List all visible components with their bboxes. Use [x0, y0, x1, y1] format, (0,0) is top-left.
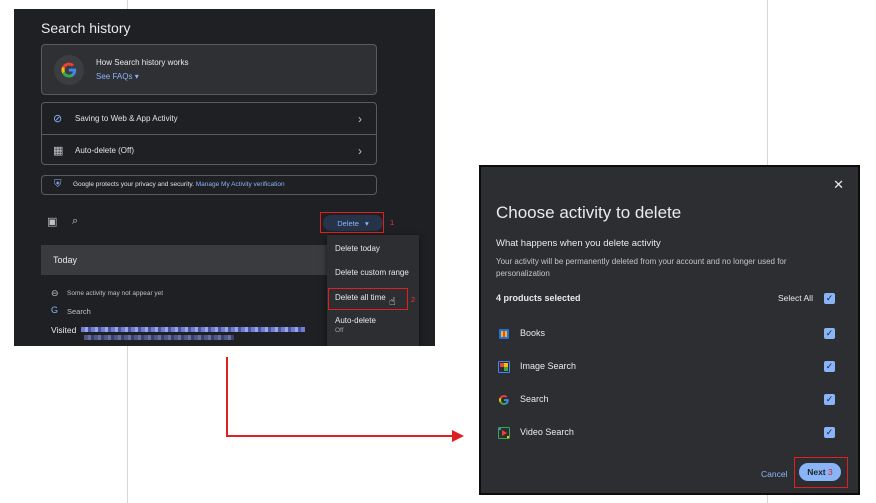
settings-row-label: Saving to Web & App Activity: [75, 114, 178, 123]
step-number-1: 1: [390, 218, 395, 227]
search-icon[interactable]: ⌕: [72, 215, 78, 228]
chevron-right-icon: ›: [358, 143, 362, 158]
caret-down-icon: ▾: [134, 72, 139, 81]
dialog-title: Choose activity to delete: [496, 203, 682, 222]
arrow-connector: [226, 435, 454, 437]
product-label: Search: [520, 394, 549, 404]
highlight-box-delete: [320, 212, 384, 233]
step-number-2: 2: [411, 295, 416, 304]
today-header: Today: [41, 245, 329, 275]
blurred-url: [81, 327, 305, 332]
page-title: Search history: [41, 20, 131, 36]
manage-verification-link[interactable]: Manage My Activity verification: [196, 181, 285, 188]
search-history-panel: Search history How Search history works …: [14, 9, 435, 346]
close-icon[interactable]: ✕: [833, 177, 844, 193]
menu-item-delete-today[interactable]: Delete today: [335, 244, 380, 253]
arrow-head-icon: [452, 430, 464, 442]
dialog-subtitle: What happens when you delete activity: [496, 238, 661, 249]
settings-row-auto-delete[interactable]: ▦ Auto-delete (Off) ›: [42, 135, 376, 166]
faq-card[interactable]: How Search history works See FAQs ▾: [41, 44, 377, 95]
activity-note: Some activity may not appear yet: [67, 290, 164, 297]
google-logo-icon: [54, 55, 84, 85]
select-all-label: Select All: [778, 293, 813, 303]
chevron-right-icon: ›: [358, 111, 362, 126]
settings-row-label: Auto-delete (Off): [75, 146, 134, 155]
product-checkbox-books[interactable]: ✓: [824, 328, 835, 339]
product-checkbox-video-search[interactable]: ✓: [824, 427, 835, 438]
settings-card: ⊘ Saving to Web & App Activity › ▦ Auto-…: [41, 102, 377, 165]
menu-item-auto-delete[interactable]: Auto-delete: [335, 316, 376, 325]
settings-row-web-app-activity[interactable]: ⊘ Saving to Web & App Activity ›: [42, 103, 376, 134]
info-icon: ⊖: [51, 288, 59, 298]
menu-item-delete-custom-range[interactable]: Delete custom range: [335, 268, 409, 277]
dialog-description: Your activity will be permanently delete…: [496, 257, 787, 278]
privacy-text: Google protects your privacy and securit…: [73, 181, 194, 188]
blurred-url: [84, 335, 234, 340]
visited-label: Visited: [51, 325, 77, 335]
cancel-button[interactable]: Cancel: [761, 469, 787, 479]
search-label: Search: [67, 307, 91, 316]
video-search-icon: [497, 426, 510, 439]
product-checkbox-search[interactable]: ✓: [824, 394, 835, 405]
product-label: Books: [520, 328, 546, 338]
choose-activity-dialog: ✕ Choose activity to delete What happens…: [479, 165, 860, 495]
highlight-box-next: [794, 457, 848, 488]
products-count: 4 products selected: [496, 293, 581, 303]
google-g-icon: G: [51, 305, 59, 315]
arrow-connector: [226, 357, 228, 437]
faq-title: How Search history works: [96, 58, 189, 67]
shield-icon: ⛨: [54, 179, 62, 190]
auto-delete-status: Off: [335, 327, 344, 334]
product-label: Image Search: [520, 361, 577, 371]
books-icon: [497, 327, 510, 340]
auto-delete-icon: ▦: [53, 145, 64, 157]
product-checkbox-image-search[interactable]: ✓: [824, 361, 835, 372]
calendar-icon[interactable]: ▣: [47, 215, 57, 228]
image-search-icon: [497, 360, 510, 373]
google-g-icon: [497, 393, 510, 406]
product-label: Video Search: [520, 427, 574, 437]
check-circle-icon: ⊘: [53, 113, 63, 125]
privacy-banner: ⛨ Google protects your privacy and secur…: [41, 175, 377, 195]
select-all-checkbox[interactable]: ✓: [824, 293, 835, 304]
faq-link[interactable]: See FAQs ▾: [96, 72, 139, 81]
highlight-box-delete-all-time: [328, 288, 408, 310]
